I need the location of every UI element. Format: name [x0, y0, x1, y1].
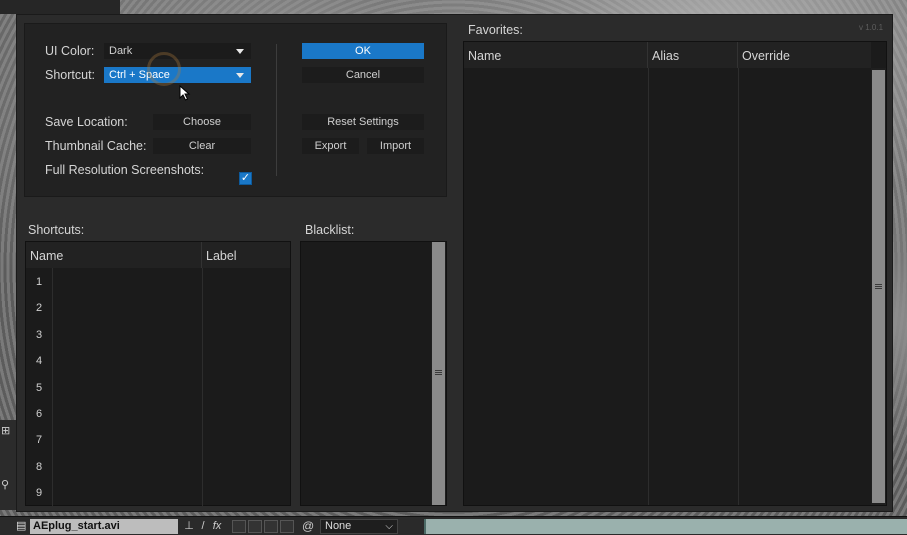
host-top-strip: [0, 0, 120, 14]
shortcuts-table: Name Label 1 2 3 4 5 6 7 8 9: [25, 241, 291, 506]
shortcut-label: Shortcut:: [45, 68, 96, 82]
ok-button[interactable]: OK: [302, 43, 424, 59]
spiral-icon[interactable]: @: [302, 519, 314, 533]
blacklist-scroll-thumb[interactable]: [432, 242, 445, 505]
fx-icon[interactable]: fx: [210, 519, 224, 534]
slash-icon[interactable]: /: [196, 519, 210, 534]
reset-settings-button[interactable]: Reset Settings: [302, 114, 424, 130]
chevron-down-icon: ⌵: [385, 521, 393, 532]
panel-divider: [276, 44, 277, 176]
table-row[interactable]: 8: [26, 461, 52, 473]
ui-color-label: UI Color:: [45, 44, 95, 58]
blacklist-scrollbar[interactable]: [431, 242, 446, 505]
col-header-override[interactable]: Override: [738, 42, 871, 68]
mouse-cursor-icon: [179, 85, 191, 101]
host-toggle-1[interactable]: [232, 520, 246, 533]
grid-icon[interactable]: ⊞: [1, 424, 10, 437]
host-file-tab[interactable]: AEplug_start.avi: [30, 519, 178, 534]
col-header-name[interactable]: Name: [464, 42, 648, 68]
host-left-panel: ⊞ ⚲: [0, 420, 16, 510]
search-icon[interactable]: ⚲: [1, 478, 9, 491]
settings-dialog: v 1.0.1 UI Color: Dark Shortcut: Ctrl + …: [16, 14, 893, 512]
col-header-label[interactable]: Label: [202, 242, 290, 268]
col-header-name[interactable]: Name: [26, 242, 202, 268]
column-divider: [648, 68, 649, 505]
settings-panel: UI Color: Dark Shortcut: Ctrl + Space Sa…: [24, 23, 447, 197]
host-toggle-2[interactable]: [248, 520, 262, 533]
table-row[interactable]: 9: [26, 487, 52, 499]
favorites-table-header: Name Alias Override: [464, 42, 871, 68]
host-toggle-4[interactable]: [280, 520, 294, 533]
film-icon: ▤: [16, 520, 27, 532]
table-row[interactable]: 4: [26, 355, 52, 367]
host-timeline-bar: ▤ AEplug_start.avi ⊥ / fx @ None ⌵: [0, 516, 907, 535]
grip-icon: [435, 370, 442, 375]
choose-button[interactable]: Choose: [153, 114, 251, 130]
full-res-checkbox[interactable]: ✓: [239, 172, 252, 185]
host-select-value: None: [325, 520, 352, 532]
dropdown-arrow-icon: [236, 49, 244, 54]
grip-icon: [875, 284, 882, 289]
shortcuts-table-header: Name Label: [26, 242, 290, 268]
host-tool-icons: ⊥ / fx: [182, 519, 224, 534]
host-layer-track[interactable]: [424, 519, 907, 534]
clear-cache-button[interactable]: Clear: [153, 138, 251, 154]
col-header-alias[interactable]: Alias: [648, 42, 738, 68]
save-location-label: Save Location:: [45, 115, 128, 129]
thumbnail-cache-label: Thumbnail Cache:: [45, 139, 147, 153]
favorites-scrollbar[interactable]: [871, 68, 886, 505]
export-button[interactable]: Export: [302, 138, 359, 154]
host-parent-select[interactable]: None ⌵: [320, 519, 398, 534]
table-row[interactable]: 3: [26, 329, 52, 341]
favorites-scroll-thumb[interactable]: [872, 70, 885, 503]
full-res-label: Full Resolution Screenshots:: [45, 163, 205, 177]
row-number-divider: [52, 268, 53, 506]
cancel-button[interactable]: Cancel: [302, 67, 424, 83]
favorites-table: Name Alias Override: [463, 41, 887, 506]
favorites-title: Favorites:: [468, 23, 523, 37]
table-row[interactable]: 6: [26, 408, 52, 420]
table-row[interactable]: 5: [26, 382, 52, 394]
dropdown-arrow-icon: [236, 73, 244, 78]
version-label: v 1.0.1: [859, 23, 884, 32]
tree-icon[interactable]: ⊥: [182, 519, 196, 534]
ui-color-value: Dark: [109, 45, 133, 57]
table-row[interactable]: 1: [26, 276, 52, 288]
blacklist-list: [300, 241, 447, 506]
import-button[interactable]: Import: [367, 138, 424, 154]
click-highlight: [147, 52, 181, 86]
ui-color-dropdown[interactable]: Dark: [104, 43, 251, 59]
blacklist-title: Blacklist:: [305, 223, 355, 237]
shortcuts-title: Shortcuts:: [28, 223, 85, 237]
column-divider: [202, 268, 203, 506]
host-toggle-3[interactable]: [264, 520, 278, 533]
table-row[interactable]: 2: [26, 302, 52, 314]
column-divider: [738, 68, 739, 505]
table-row[interactable]: 7: [26, 434, 52, 446]
